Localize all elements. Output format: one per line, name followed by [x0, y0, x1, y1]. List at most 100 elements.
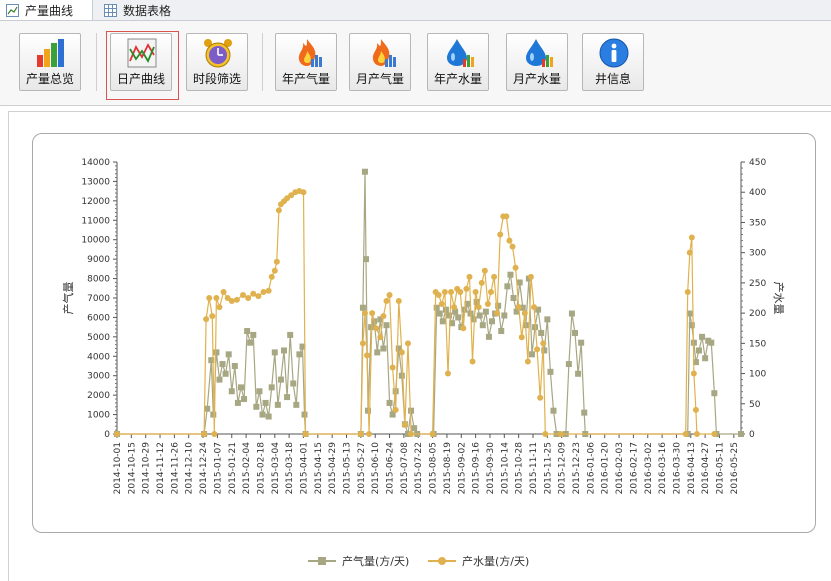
data-point-gas	[271, 349, 278, 356]
y-tick-label-left: 5000	[87, 333, 110, 343]
data-point-gas	[231, 363, 238, 369]
x-tick-label: 2016-02-17	[629, 442, 639, 494]
data-point-water	[693, 431, 700, 437]
data-point-water	[463, 285, 470, 292]
legend-circle-marker-icon	[428, 557, 456, 565]
series-line-water	[117, 190, 715, 435]
x-tick-label: 2015-05-27	[357, 442, 367, 494]
x-tick-label: 2015-06-24	[386, 442, 396, 495]
legend-label: 产水量(方/天)	[462, 555, 530, 568]
data-point-water	[359, 340, 366, 347]
legend-gas[interactable]: 产气量(方/天)	[308, 553, 409, 569]
y-tick-label-left: 9000	[87, 255, 110, 265]
data-point-water	[389, 364, 396, 371]
x-tick-label: 2016-04-13	[687, 442, 697, 494]
data-point-water	[380, 313, 387, 320]
data-point-gas	[528, 351, 535, 358]
data-point-gas	[256, 388, 263, 395]
y-tick-label-left: 10000	[81, 236, 110, 246]
data-point-water	[271, 267, 278, 274]
x-tick-label: 2016-03-16	[658, 442, 668, 495]
data-point-water	[537, 394, 544, 401]
y-tick-label-right: 350	[749, 218, 766, 228]
y-tick-label-left: 13000	[81, 177, 110, 187]
data-point-gas	[738, 431, 744, 437]
data-point-water	[275, 207, 282, 214]
y-tick-label-left: 6000	[87, 313, 110, 323]
data-point-gas	[362, 256, 369, 263]
data-point-water	[469, 358, 476, 365]
data-point-water	[114, 431, 120, 437]
y-tick-label-right: 150	[749, 339, 766, 349]
data-point-water	[518, 334, 525, 341]
data-point-water	[255, 293, 262, 300]
y-tick-label-left: 14000	[81, 158, 110, 168]
x-tick-label: 2015-03-18	[285, 442, 295, 495]
y-tick-label-left: 2000	[87, 391, 110, 401]
data-point-gas	[380, 345, 387, 352]
x-tick-label: 2016-03-02	[644, 442, 654, 494]
data-point-gas	[228, 388, 235, 395]
x-tick-label: 2015-09-16	[472, 442, 482, 495]
data-point-water	[201, 431, 208, 437]
data-point-water	[401, 421, 408, 428]
data-point-gas	[411, 425, 418, 432]
data-point-water	[357, 431, 364, 437]
data-point-water	[213, 295, 220, 301]
data-point-water	[557, 431, 564, 437]
data-point-gas	[547, 368, 554, 375]
data-point-water	[429, 431, 436, 437]
data-point-water	[497, 231, 504, 238]
data-point-gas	[290, 380, 297, 387]
x-tick-label: 2015-05-13	[343, 442, 353, 494]
data-point-gas	[489, 318, 496, 325]
y-tick-label-right: 250	[749, 279, 766, 289]
x-tick-label: 2015-08-05	[429, 442, 439, 494]
y-tick-label-left: 8000	[87, 275, 110, 285]
data-point-water	[481, 267, 488, 274]
data-point-gas	[383, 322, 390, 329]
data-point-gas	[374, 349, 381, 356]
x-tick-label: 2015-03-04	[271, 442, 281, 495]
data-point-water	[451, 304, 458, 311]
x-tick-label: 2016-05-25	[730, 442, 740, 494]
data-point-gas	[361, 168, 368, 175]
data-point-water	[373, 325, 380, 332]
data-point-gas	[439, 318, 446, 325]
data-point-water	[448, 288, 455, 295]
x-tick-label: 2015-08-19	[443, 442, 453, 495]
y-tick-label-left: 3000	[87, 372, 110, 382]
data-point-gas	[277, 376, 284, 383]
data-point-water	[386, 291, 393, 298]
data-point-gas	[575, 370, 582, 377]
y-tick-label-right: 100	[749, 370, 766, 380]
x-tick-label: 2015-02-04	[242, 442, 252, 495]
data-point-gas	[287, 331, 294, 338]
data-point-water	[494, 310, 501, 317]
x-tick-label: 2015-02-18	[256, 442, 266, 495]
y-tick-label-right: 0	[749, 430, 755, 440]
data-point-gas	[433, 304, 440, 311]
data-point-water	[444, 370, 451, 377]
data-point-water	[361, 310, 368, 317]
data-point-water	[369, 310, 376, 317]
data-point-water	[688, 234, 695, 241]
legend-water[interactable]: 产水量(方/天)	[428, 553, 529, 569]
data-point-gas	[708, 339, 715, 346]
data-point-water	[540, 340, 547, 347]
y-axis-title-left: 产气量	[61, 282, 75, 315]
x-tick-label: 2014-11-12	[156, 442, 166, 494]
data-point-water	[527, 273, 534, 280]
data-point-water	[377, 334, 384, 341]
y-tick-label-right: 450	[749, 158, 766, 168]
data-point-gas	[247, 339, 254, 346]
data-point-water	[364, 352, 371, 359]
data-point-water	[438, 301, 445, 308]
y-tick-label-left: 12000	[81, 197, 110, 207]
data-point-gas	[507, 271, 514, 278]
data-point-water	[383, 298, 390, 305]
x-tick-label: 2015-04-15	[314, 442, 324, 494]
data-point-water	[542, 431, 549, 437]
data-point-water	[711, 431, 718, 437]
data-point-gas	[268, 384, 275, 391]
